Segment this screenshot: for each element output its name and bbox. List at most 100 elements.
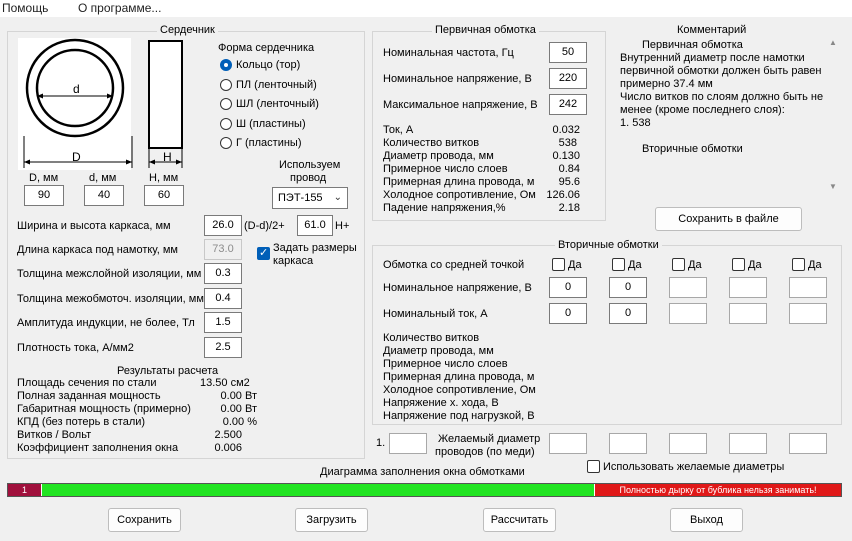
shape-label-sh: Ш (пластины) [236,118,306,130]
secondary-info-label: Напряжение х. хода, В [383,397,499,409]
secondary-volt-input-5[interactable] [789,277,827,298]
desired-diameter-input-2[interactable] [609,433,647,454]
secondary-info-label: Напряжение под нагрузкой, В [383,410,535,422]
wire-label-1: Используем [279,159,341,171]
center-tap-checkbox-5[interactable] [792,258,805,271]
shape-radio-g[interactable] [220,137,232,149]
induction-input[interactable]: 1.5 [204,312,242,333]
comment-title: Комментарий [677,24,747,36]
result-value: 0.006 [214,442,242,454]
primary-group-title: Первичная обмотка [432,24,539,36]
fill-warning-text: Полностью дырку от бублика нельзя занима… [619,485,817,495]
secondary-volt-input-4[interactable] [729,277,767,298]
current-density-input[interactable]: 2.5 [204,337,242,358]
frame-mid-label: (D-d)/2+ [244,220,285,232]
primary-result-label: Количество витков [383,137,480,149]
result-label: Полная заданная мощность [17,390,161,402]
wire-select-value: ПЭТ-155 [278,192,323,204]
chevron-down-icon: ⌄ [333,192,342,203]
frame-length-input: 73.0 [204,239,242,260]
shape-radio-ring[interactable] [220,59,232,71]
wire-select[interactable]: ПЭТ-155 ⌄ [272,187,348,209]
secondary-current-input-4[interactable] [729,303,767,324]
diagram-label-d: d [73,82,80,96]
primary-result-value: 126.06 [546,189,580,201]
shape-label-pl: ПЛ (ленточный) [236,79,317,91]
desired-diameter-input-4[interactable] [729,433,767,454]
diagram-label-D: D [72,150,81,164]
secondary-volt-input-3[interactable] [669,277,707,298]
primary-result-value: 2.18 [558,202,580,214]
primary-result-value: 0.032 [552,124,580,136]
set-frame-dims-label-1: Задать размеры [273,242,357,254]
fill-diagram: 1 Полностью дырку от бублика нельзя зани… [7,483,842,497]
results-title: Результаты расчета [117,365,219,377]
comment-scrollbar[interactable]: ▲ ▼ [828,36,840,196]
secondary-current-input-1[interactable]: 0 [549,303,587,324]
frame-height-input[interactable]: 61.0 [297,215,333,236]
frame-suffix-label: H+ [335,220,350,232]
desired-diameter-input-5[interactable] [789,433,827,454]
comment-line: примерно 37.4 мм [620,78,713,90]
freq-input[interactable]: 50 [549,42,587,63]
induction-label: Амплитуда индукции, не более, Тл [17,317,195,329]
secondary-volt-input-2[interactable]: 0 [609,277,647,298]
primary-volt-label: Номинальное напряжение, В [383,73,532,85]
shape-label-shl: ШЛ (ленточный) [236,98,319,110]
interlayer-input[interactable]: 0.3 [204,263,242,284]
primary-result-value: 538 [558,137,577,149]
shape-radio-sh[interactable] [220,118,232,130]
comment-line: менее (кроме последнего слоя): [620,104,785,116]
menu-about[interactable]: О программе... [78,1,161,15]
scroll-down-icon[interactable]: ▼ [829,182,837,191]
secondary-group-title: Вторичные обмотки [555,239,662,251]
center-tap-checkbox-1[interactable] [552,258,565,271]
center-tap-checkbox-2[interactable] [612,258,625,271]
primary-volt-input[interactable]: 220 [549,68,587,89]
shape-radio-pl[interactable] [220,79,232,91]
interlayer-label: Толщина межслойной изоляции, мм [17,268,202,280]
primary-result-value: 0.130 [552,150,580,162]
center-tap-checkbox-3[interactable] [672,258,685,271]
yes-label: Да [628,259,642,271]
result-value: 0.00 Вт [220,403,257,415]
result-label: КПД (без потерь в стали) [17,416,146,428]
desired-diameter-input-3[interactable] [669,433,707,454]
primary-result-value: 0.84 [558,163,580,175]
primary-max-volt-input[interactable]: 242 [549,94,587,115]
desired-diameter-primary-input[interactable] [389,433,427,454]
secondary-current-input-2[interactable]: 0 [609,303,647,324]
center-tap-checkbox-4[interactable] [732,258,745,271]
secondary-current-input-3[interactable] [669,303,707,324]
frame-width-input[interactable]: 26.0 [204,215,242,236]
interwinding-input[interactable]: 0.4 [204,288,242,309]
primary-result-label: Диаметр провода, мм [383,150,494,162]
desired-index-label: 1. [376,437,386,449]
dim-input-D[interactable]: 90 [24,185,64,206]
desired-diameter-input-1[interactable] [549,433,587,454]
secondary-info-label: Холодное сопротивление, Ом [383,384,536,396]
result-value: 0.00 % [222,416,257,428]
calculate-button[interactable]: Рассчитать [483,508,556,532]
primary-result-label: Примерное число слоев [383,163,508,175]
secondary-current-input-5[interactable] [789,303,827,324]
exit-button[interactable]: Выход [670,508,743,532]
secondary-volt-label: Номинальное напряжение, В [383,282,532,294]
dim-input-H[interactable]: 60 [144,185,184,206]
save-button[interactable]: Сохранить [108,508,181,532]
menu-help[interactable]: Помощь [2,1,48,15]
save-to-file-button[interactable]: Сохранить в файле [655,207,802,231]
set-frame-dims-checkbox[interactable] [257,246,270,260]
center-tap-label: Обмотка со средней точкой [383,259,525,271]
comment-line: Внутренний диаметр после намотки [620,52,805,64]
result-value: 0.00 Вт [220,390,257,402]
secondary-volt-input-1[interactable]: 0 [549,277,587,298]
scroll-up-icon[interactable]: ▲ [829,38,837,47]
desired-label-1: Желаемый диаметр [438,433,541,445]
dim-input-d[interactable]: 40 [84,185,124,206]
comment-heading-secondary: Вторичные обмотки [642,143,743,155]
use-desired-diameters-checkbox[interactable] [587,460,600,473]
load-button[interactable]: Загрузить [295,508,368,532]
shape-label-g: Г (пластины) [236,137,302,149]
shape-radio-shl[interactable] [220,98,232,110]
